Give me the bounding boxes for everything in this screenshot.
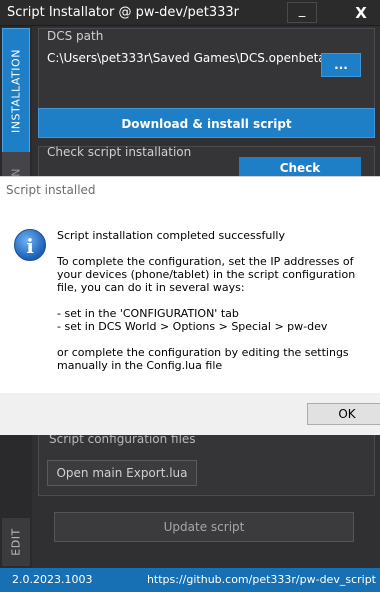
dialog-line-instructions: To complete the configuration, set the I… <box>57 255 356 294</box>
tab-installation[interactable]: INSTALLATION <box>2 28 30 154</box>
dialog-line-success: Script installation completed successful… <box>57 229 285 242</box>
tab-edit-label: EDIT <box>9 528 23 556</box>
dialog-bullet-dcs-options: - set in DCS World > Options > Special >… <box>57 320 328 333</box>
ok-button[interactable]: OK <box>307 403 380 425</box>
install-script-button[interactable]: Download & install script <box>38 108 375 138</box>
check-group-title: Check script installation <box>47 145 192 159</box>
message-dialog: Script installed i Script installation c… <box>0 176 380 435</box>
dialog-bullet-config-tab: - set in the 'CONFIGURATION' tab <box>57 307 239 320</box>
open-export-lua-button[interactable]: Open main Export.lua <box>47 460 197 486</box>
tab-edit[interactable]: EDIT <box>2 518 30 566</box>
info-icon: i <box>14 229 46 261</box>
status-bar: 2.0.2023.1003 https://github.com/pet333r… <box>0 568 380 592</box>
dialog-body: i Script installation completed successf… <box>0 203 380 393</box>
github-link[interactable]: https://github.com/pet333r/pw-dev_script <box>147 573 376 586</box>
close-button[interactable]: X <box>346 3 376 23</box>
browse-button[interactable]: ... <box>321 53 361 77</box>
dialog-message: Script installation completed successful… <box>57 229 377 385</box>
check-installation-group: Check script installation Check <box>38 145 375 179</box>
config-files-group: Script configuration files Open main Exp… <box>38 430 375 496</box>
dialog-footer: OK <box>0 393 380 435</box>
window-title: Script Installator @ pw-dev/pet333r <box>7 5 240 20</box>
dcs-path-value: C:\Users\pet333r\Saved Games\DCS.openbet… <box>47 51 326 65</box>
dcs-path-group: DCS path C:\Users\pet333r\Saved Games\DC… <box>38 28 375 120</box>
dialog-title: Script installed <box>0 177 380 203</box>
minimize-button[interactable]: _ <box>287 2 317 23</box>
dialog-line-closing: or complete the configuration by editing… <box>57 346 349 372</box>
update-script-button[interactable]: Update script <box>54 512 354 542</box>
dcs-path-group-title: DCS path <box>47 29 104 43</box>
title-bar: Script Installator @ pw-dev/pet333r _ X <box>0 0 380 26</box>
version-label: 2.0.2023.1003 <box>12 573 93 586</box>
tab-installation-label: INSTALLATION <box>9 49 23 133</box>
